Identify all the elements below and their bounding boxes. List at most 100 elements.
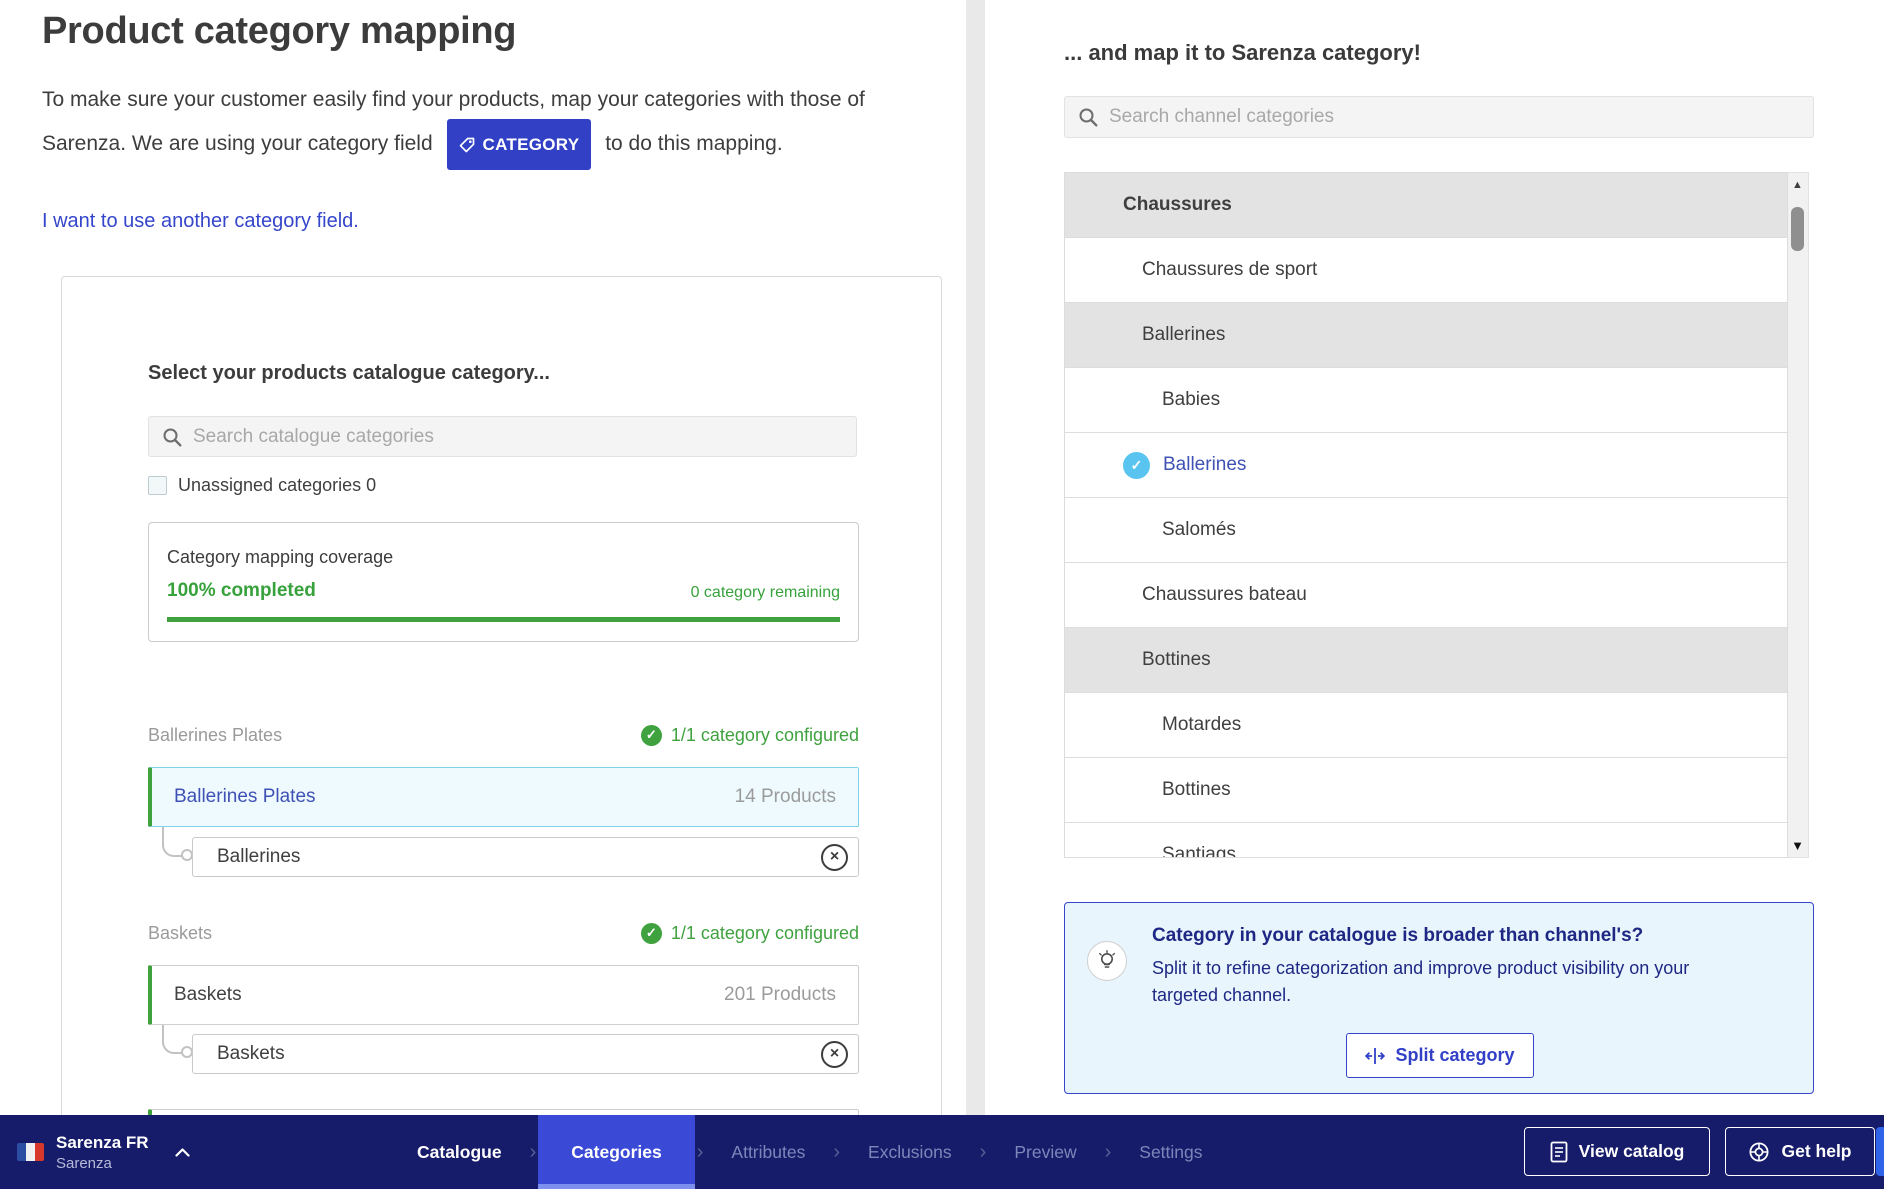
chevron-up-icon[interactable] <box>175 1148 190 1157</box>
nav-separator-icon: › <box>1103 1115 1114 1189</box>
view-catalog-button[interactable]: View catalog <box>1524 1127 1710 1176</box>
use-another-field-link[interactable]: I want to use another category field. <box>42 210 359 233</box>
intro-text: To make sure your customer easily find y… <box>42 80 928 170</box>
tree-row-salomes[interactable]: Salomés <box>1065 498 1787 563</box>
remove-mapping-icon[interactable]: × <box>821 1041 848 1068</box>
category-name: Ballerines Plates <box>174 786 316 808</box>
store-name: Sarenza FR <box>56 1133 149 1153</box>
coverage-progress-bar <box>167 617 840 622</box>
nav-attributes[interactable]: Attributes <box>705 1115 831 1189</box>
connector-line <box>162 1025 189 1054</box>
split-tip-box: Category in your catalogue is broader th… <box>1064 902 1814 1094</box>
nav-preview[interactable]: Preview <box>988 1115 1102 1189</box>
category-box-baskets[interactable]: Baskets 201 Products <box>148 965 859 1025</box>
tree-row-label: Motardes <box>1162 714 1241 736</box>
catalogue-search[interactable] <box>148 416 857 457</box>
tree-row-chaussures-de-sport[interactable]: Chaussures de sport <box>1065 238 1787 303</box>
coverage-box: Category mapping coverage 100% completed… <box>148 522 859 642</box>
remove-mapping-icon[interactable]: × <box>821 844 848 871</box>
section-status: ✓ 1/1 category configured <box>641 923 859 944</box>
tag-icon <box>459 137 475 153</box>
workflow-nav: Catalogue › Categories › Attributes › Ex… <box>391 1115 1229 1189</box>
catalogue-search-input[interactable] <box>193 426 843 448</box>
category-field-badge: CATEGORY <box>447 119 592 170</box>
section-status-text: 1/1 category configured <box>671 923 859 944</box>
active-tab-underline <box>538 1184 694 1189</box>
category-product-count: 14 Products <box>735 786 836 808</box>
mapped-chip-baskets: Baskets × <box>192 1034 859 1074</box>
tree-row-label: Ballerines <box>1142 324 1225 346</box>
catalogue-heading: Select your products catalogue category.… <box>148 362 550 385</box>
tree-row-label: Chaussures de sport <box>1142 259 1317 281</box>
split-category-button[interactable]: Split category <box>1346 1033 1534 1078</box>
tree-row-label: Bottines <box>1142 649 1211 671</box>
tree-row-chaussures-bateau[interactable]: Chaussures bateau <box>1065 563 1787 628</box>
category-product-count: 201 Products <box>724 984 836 1006</box>
section-status: ✓ 1/1 category configured <box>641 725 859 746</box>
tree-row-label: Salomés <box>1162 519 1236 541</box>
nav-categories[interactable]: Categories <box>538 1115 694 1189</box>
channel-search-input[interactable] <box>1109 106 1800 128</box>
get-help-button[interactable]: Get help <box>1725 1127 1875 1176</box>
category-box-ballerines-plates[interactable]: Ballerines Plates 14 Products <box>148 767 859 827</box>
section-status-text: 1/1 category configured <box>671 725 859 746</box>
tree-row-motardes[interactable]: Motardes <box>1065 693 1787 758</box>
right-panel: ... and map it to Sarenza category! Chau… <box>985 0 1884 1189</box>
unassigned-filter[interactable]: Unassigned categories 0 <box>148 475 376 496</box>
mapped-category-label: Ballerines <box>217 846 300 868</box>
check-circle-icon: ✓ <box>641 725 662 746</box>
nav-separator-icon: › <box>978 1115 989 1189</box>
bottom-nav-bar: Sarenza FR Sarenza Catalogue › Categorie… <box>0 1115 1884 1189</box>
badge-label: CATEGORY <box>483 125 580 164</box>
store-selector[interactable]: Sarenza FR Sarenza <box>17 1115 190 1189</box>
tree-row-label: Bottines <box>1162 779 1231 801</box>
intro-after: to do this mapping. <box>605 132 782 155</box>
nav-categories-label: Categories <box>571 1142 661 1163</box>
page-title: Product category mapping <box>42 10 516 53</box>
unassigned-label: Unassigned categories 0 <box>178 475 376 496</box>
section-label: Ballerines Plates <box>148 725 282 746</box>
unassigned-checkbox[interactable] <box>148 476 167 495</box>
split-button-label: Split category <box>1395 1045 1514 1066</box>
nav-exclusions[interactable]: Exclusions <box>842 1115 978 1189</box>
channel-category-tree: Chaussures Chaussures de sport Ballerine… <box>1064 172 1788 858</box>
section-label: Baskets <box>148 923 212 944</box>
nav-catalogue[interactable]: Catalogue <box>391 1115 528 1189</box>
check-circle-icon: ✓ <box>641 923 662 944</box>
france-flag-icon <box>17 1143 44 1161</box>
nav-settings[interactable]: Settings <box>1113 1115 1228 1189</box>
tree-row-bottines-group[interactable]: Bottines <box>1065 628 1787 693</box>
tree-row-ballerines-group[interactable]: Ballerines <box>1065 303 1787 368</box>
get-help-label: Get help <box>1781 1141 1851 1162</box>
split-arrows-icon <box>1365 1047 1385 1065</box>
tree-row-ballerines-selected[interactable]: ✓ Ballerines <box>1065 433 1787 498</box>
store-names: Sarenza FR Sarenza <box>56 1133 149 1172</box>
tree-row-label: Santiags <box>1162 844 1236 858</box>
left-panel: Product category mapping To make sure yo… <box>0 0 966 1189</box>
scrollbar-thumb[interactable] <box>1791 207 1804 251</box>
section-header-ballerines-plates: Ballerines Plates ✓ 1/1 category configu… <box>148 722 859 748</box>
nav-separator-icon: › <box>831 1115 842 1189</box>
scroll-down-arrow[interactable]: ▼ <box>1788 833 1807 857</box>
scroll-up-arrow[interactable]: ▲ <box>1788 173 1807 197</box>
channel-heading: ... and map it to Sarenza category! <box>1064 40 1421 66</box>
tip-title: Category in your catalogue is broader th… <box>1152 925 1643 947</box>
view-catalog-label: View catalog <box>1579 1141 1685 1162</box>
tree-row-babies[interactable]: Babies <box>1065 368 1787 433</box>
tree-row-label: Ballerines <box>1163 454 1246 476</box>
tree-row-santiags[interactable]: Santiags <box>1065 823 1787 858</box>
tree-scrollbar[interactable]: ▲ ▼ <box>1788 172 1809 858</box>
mapped-category-label: Baskets <box>217 1043 285 1065</box>
tree-row-bottines[interactable]: Bottines <box>1065 758 1787 823</box>
nav-separator-icon: › <box>528 1115 539 1189</box>
tree-row-chaussures[interactable]: Chaussures <box>1065 173 1787 238</box>
category-name: Baskets <box>174 984 242 1006</box>
edge-button-sliver[interactable] <box>1876 1127 1884 1176</box>
store-subtitle: Sarenza <box>56 1155 149 1172</box>
coverage-remaining: 0 category remaining <box>691 584 840 602</box>
tree-row-label: Babies <box>1162 389 1220 411</box>
mapped-chip-ballerines: Ballerines × <box>192 837 859 877</box>
channel-search[interactable] <box>1064 96 1814 138</box>
lightbulb-icon <box>1087 941 1127 981</box>
connector-line <box>162 827 189 857</box>
